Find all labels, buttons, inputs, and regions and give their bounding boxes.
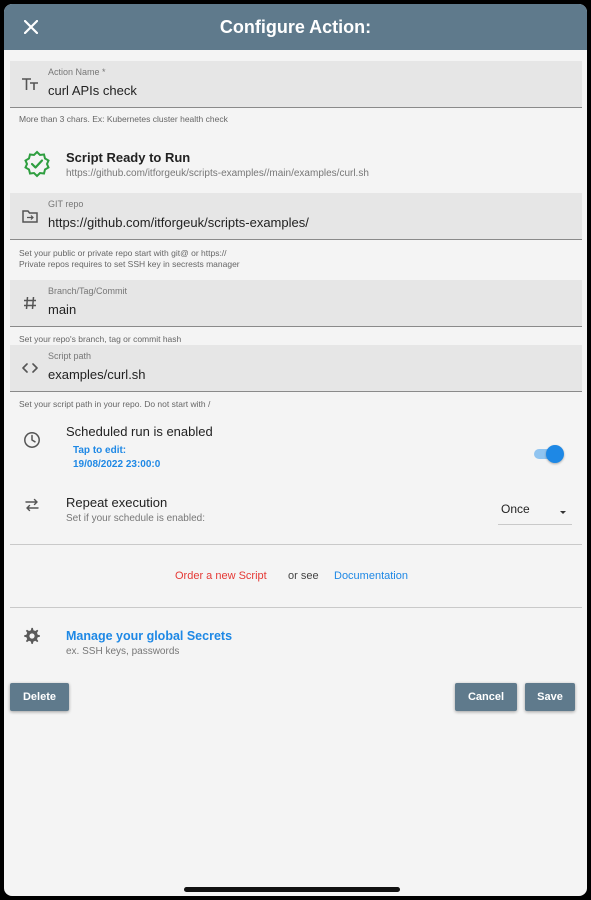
or-see-text: or see <box>288 570 319 582</box>
divider <box>10 607 582 608</box>
branch-helper: Set your repo's branch, tag or commit ha… <box>19 334 182 344</box>
app-bar: Configure Action: <box>4 4 587 50</box>
script-path-field[interactable]: Script path examples/curl.sh <box>10 345 582 392</box>
home-indicator <box>184 887 400 892</box>
script-path-value[interactable]: examples/curl.sh <box>48 367 146 382</box>
manage-secrets-link[interactable]: Manage your global Secrets <box>66 629 232 643</box>
dropdown-arrow-icon <box>558 504 568 514</box>
divider <box>10 544 582 545</box>
action-name-label: Action Name * <box>48 67 106 77</box>
script-status-title: Script Ready to Run <box>66 150 191 165</box>
secrets-subtitle: ex. SSH keys, passwords <box>66 646 180 657</box>
page-title: Configure Action: <box>219 17 372 37</box>
action-name-value[interactable]: curl APIs check <box>48 83 137 98</box>
tap-to-edit-label[interactable]: Tap to edit: <box>73 445 126 456</box>
save-button[interactable]: Save <box>525 683 575 711</box>
schedule-toggle[interactable] <box>532 444 564 464</box>
app-frame: Configure Action: Action Name * curl API… <box>4 4 587 896</box>
git-repo-helper-1: Set your public or private repo start wi… <box>19 248 227 258</box>
branch-value[interactable]: main <box>48 302 76 317</box>
cancel-button[interactable]: Cancel <box>455 683 517 711</box>
git-repo-label: GIT repo <box>48 199 84 209</box>
repeat-icon <box>23 496 41 514</box>
git-repo-field[interactable]: GIT repo https://github.com/itforgeuk/sc… <box>10 193 582 240</box>
action-name-helper: More than 3 chars. Ex: Kubernetes cluste… <box>19 114 228 124</box>
schedule-datetime[interactable]: 19/08/2022 23:00:0 <box>73 459 160 470</box>
script-path-helper: Set your script path in your repo. Do no… <box>19 399 211 409</box>
text-format-icon <box>20 74 40 94</box>
hash-icon <box>20 293 40 313</box>
repeat-title: Repeat execution <box>66 495 168 510</box>
toggle-thumb <box>546 445 564 463</box>
branch-label: Branch/Tag/Commit <box>48 286 128 296</box>
clock-icon <box>23 431 41 449</box>
verified-check-icon <box>23 150 51 178</box>
action-name-field[interactable]: Action Name * curl APIs check <box>10 61 582 108</box>
git-repo-helper-2: Private repos requires to set SSH key in… <box>19 259 240 269</box>
order-script-link[interactable]: Order a new Script <box>175 570 267 582</box>
repeat-subtitle: Set if your schedule is enabled: <box>66 513 205 524</box>
folder-icon <box>20 206 40 226</box>
delete-button[interactable]: Delete <box>10 683 69 711</box>
repeat-selected-value: Once <box>501 502 530 516</box>
script-url: https://github.com/itforgeuk/scripts-exa… <box>66 168 369 179</box>
git-repo-value[interactable]: https://github.com/itforgeuk/scripts-exa… <box>48 215 309 230</box>
gear-icon <box>23 627 41 645</box>
script-path-label: Script path <box>48 351 92 361</box>
documentation-link[interactable]: Documentation <box>334 570 408 582</box>
repeat-dropdown[interactable]: Once <box>498 498 572 525</box>
code-icon <box>20 358 40 378</box>
branch-field[interactable]: Branch/Tag/Commit main <box>10 280 582 327</box>
schedule-title: Scheduled run is enabled <box>66 424 213 439</box>
